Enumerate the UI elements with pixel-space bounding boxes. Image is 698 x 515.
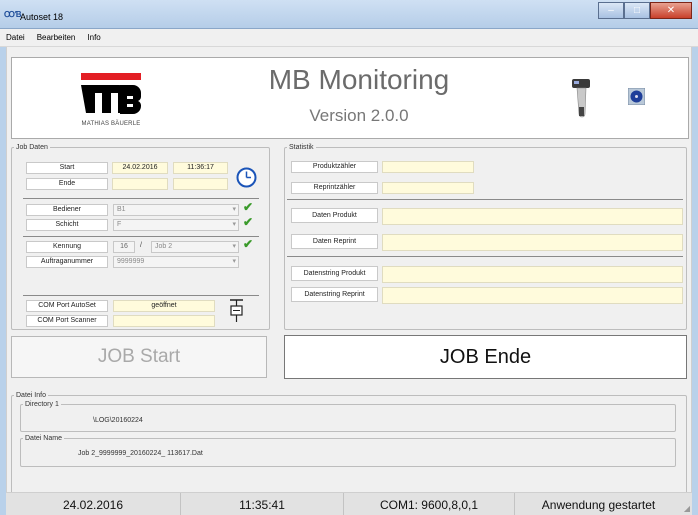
title-bar: ꝎƁ Autoset 18 – □ ✕ [0, 0, 698, 29]
main-window-client: MATHIAS BÄUERLE MB Monitoring Version 2.… [6, 47, 692, 515]
minimize-button[interactable]: – [598, 2, 624, 19]
datenstring-reprint-value [382, 287, 683, 304]
status-bar: 24.02.2016 11:35:41 COM1: 9600,8,0,1 Anw… [6, 492, 692, 515]
job-daten-legend: Job Daten [16, 144, 48, 151]
window-controls: – □ ✕ [598, 2, 692, 20]
datenstring-reprint-label: Datenstring Reprint [291, 287, 378, 302]
dropdown-arrow-icon: ▾ [232, 243, 236, 250]
auftragsnummer-combobox[interactable]: 9999999 ▾ [113, 256, 239, 268]
scanner-icon [572, 79, 590, 118]
menu-bar: Datei Bearbeiten Info [0, 29, 698, 47]
job-ende-button[interactable]: JOB Ende [284, 335, 687, 379]
directory-value: \LOG\20160224 [93, 417, 143, 424]
status-com-settings: COM1: 9600,8,0,1 [344, 493, 515, 515]
datenstring-produkt-value [382, 266, 683, 283]
menu-info[interactable]: Info [87, 33, 100, 42]
kennung-number-field[interactable]: 16 [113, 241, 135, 253]
directory-legend: Directory 1 [25, 401, 59, 408]
ende-label: Ende [26, 178, 108, 190]
produktzaehler-label: Produktzähler [291, 161, 378, 173]
kennung-label: Kennung [26, 241, 108, 253]
separator [287, 256, 683, 257]
logo-tagline: MATHIAS BÄUERLE [81, 121, 141, 127]
statistik-legend: Statistik [289, 144, 314, 151]
daten-reprint-value [382, 234, 683, 251]
schicht-value: F [117, 221, 122, 228]
maximize-button[interactable]: □ [624, 2, 650, 19]
kennung-job-value: Job 2 [155, 243, 173, 250]
status-message: Anwendung gestartet [541, 497, 656, 512]
checkmark-icon: ✔ [243, 237, 254, 251]
bediener-combobox[interactable]: B1 ▾ [113, 204, 239, 216]
separator [23, 236, 259, 237]
bediener-label: Bediener [26, 204, 108, 216]
datei-name-legend: Datei Name [25, 435, 62, 442]
daten-produkt-label: Daten Produkt [291, 208, 378, 223]
dropdown-arrow-icon: ▾ [232, 206, 236, 213]
job-start-button[interactable]: JOB Start [11, 336, 267, 378]
datenstring-produkt-label: Datenstring Produkt [291, 266, 378, 281]
separator [23, 295, 259, 296]
auftragsnummer-value: 9999999 [117, 258, 145, 265]
com-port-autoset-label: COM Port AutoSet [26, 300, 108, 312]
clock-icon [236, 167, 257, 188]
checkmark-icon: ✔ [243, 215, 254, 229]
schicht-label: Schicht [26, 219, 108, 231]
separator [287, 199, 683, 200]
daten-produkt-value [382, 208, 683, 225]
com-port-scanner-status [113, 315, 215, 327]
disk-icon [628, 88, 645, 105]
app-icon: ꝎƁ [4, 10, 22, 19]
status-time: 11:35:41 [181, 493, 344, 515]
menu-bearbeiten[interactable]: Bearbeiten [37, 33, 76, 42]
start-label: Start [26, 162, 108, 174]
reprintzaehler-label: Reprintzähler [291, 182, 378, 194]
schicht-combobox[interactable]: F ▾ [113, 219, 239, 231]
company-logo: MATHIAS BÄUERLE [76, 71, 146, 135]
reprintzaehler-value [382, 182, 474, 194]
start-date-field: 24.02.2016 [112, 162, 168, 174]
mb-logo-icon [81, 73, 141, 114]
separator [23, 198, 259, 199]
datei-name-value: Job 2_9999999_20160224_ 113617.Dat [78, 450, 203, 457]
checkmark-icon: ✔ [243, 200, 254, 214]
menu-datei[interactable]: Datei [6, 33, 25, 42]
produktzaehler-value [382, 161, 474, 173]
com-port-autoset-status: geöffnet [113, 300, 215, 312]
resize-grip-icon[interactable]: ◢ [684, 504, 690, 513]
app-title: MB Monitoring [268, 64, 450, 95]
dropdown-arrow-icon: ▾ [232, 258, 236, 265]
dropdown-arrow-icon: ▾ [232, 221, 236, 228]
ende-time-field [173, 178, 228, 190]
kennung-slash: / [140, 242, 142, 249]
com-port-scanner-label: COM Port Scanner [26, 315, 108, 327]
datei-info-legend: Datei Info [16, 392, 46, 399]
kennung-job-combobox[interactable]: Job 2 ▾ [151, 241, 239, 253]
auftragsnummer-label: Auftraganummer [26, 256, 108, 268]
status-date: 24.02.2016 [6, 493, 181, 515]
ende-date-field [112, 178, 168, 190]
window-title: Autoset 18 [20, 12, 64, 22]
daten-reprint-label: Daten Reprint [291, 234, 378, 249]
app-version: Version 2.0.0 [309, 106, 409, 125]
start-time-field: 11:36:17 [173, 162, 228, 174]
header-banner: MATHIAS BÄUERLE MB Monitoring Version 2.… [11, 57, 689, 139]
close-button[interactable]: ✕ [650, 2, 692, 19]
bediener-value: B1 [117, 206, 126, 213]
serial-port-icon [230, 299, 243, 322]
